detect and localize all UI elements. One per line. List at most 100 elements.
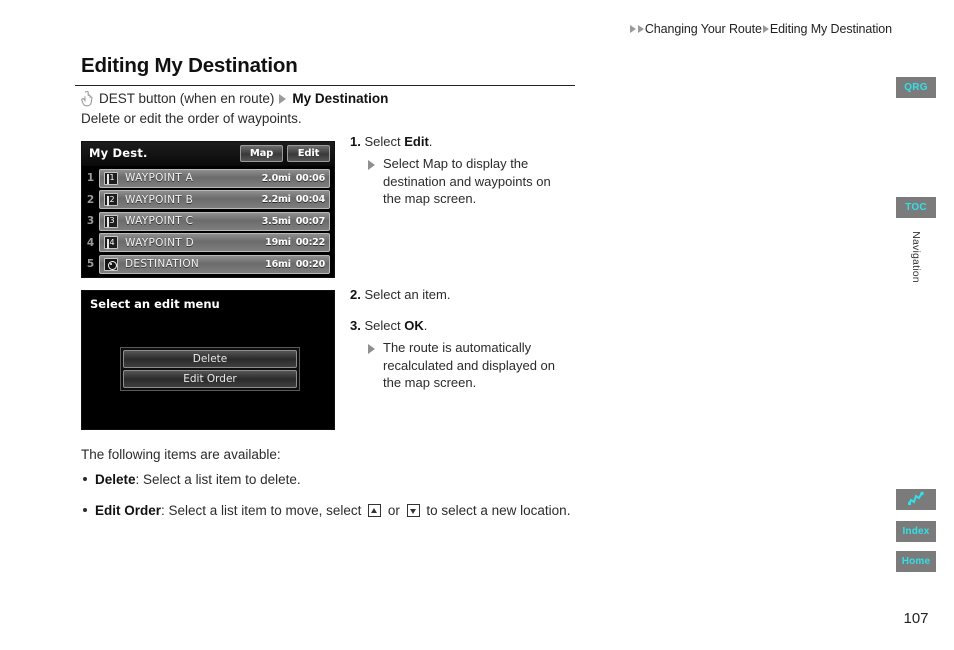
- waypoint-name: WAYPOINT A: [125, 172, 194, 184]
- row-number: 4: [86, 236, 95, 249]
- waypoint-flag-icon: 2: [104, 193, 118, 206]
- title-divider: [75, 85, 575, 86]
- flag-number: 4: [109, 237, 115, 247]
- waypoint-distance: 2.0mi: [261, 172, 291, 184]
- nav-path-target: My Destination: [292, 91, 389, 106]
- map-button[interactable]: Map: [240, 145, 283, 162]
- row-number: 5: [86, 258, 95, 270]
- up-arrow-key-icon: [368, 504, 382, 517]
- step-text-pre: Select: [364, 318, 405, 333]
- waypoint-distance: 16mi: [265, 258, 291, 270]
- edit-menu-options: Delete Edit Order: [120, 347, 300, 391]
- row-number: 3: [86, 215, 95, 227]
- list-item[interactable]: 2 2 WAYPOINT B 2.2mi 00:04: [82, 190, 330, 210]
- waypoint-name: WAYPOINT B: [125, 193, 194, 206]
- list-item[interactable]: 5 DESTINATION 16mi 00:20: [82, 254, 330, 274]
- sidebar-tab-map[interactable]: [896, 489, 936, 510]
- waypoint-name: WAYPOINT D: [125, 236, 194, 249]
- breadcrumb-arrow-icon: [762, 25, 769, 33]
- delete-option[interactable]: Delete: [123, 350, 297, 368]
- sidebar-section-label-text: Navigation: [910, 231, 922, 283]
- waypoint-distance: 19mi: [265, 237, 291, 248]
- waypoint-time: 00:07: [295, 215, 325, 227]
- substep-arrow-icon: [368, 160, 375, 170]
- step-2: 2. Select an item.: [350, 286, 450, 303]
- substep-text-pre: Select: [383, 156, 423, 171]
- breadcrumb: Changing Your Route Editing My Destinati…: [629, 22, 892, 36]
- list-item[interactable]: 3 3 WAYPOINT C 3.5mi 00:07: [82, 211, 330, 231]
- step-text-pre: Select: [364, 134, 405, 149]
- screen-titlebar: My Dest. Map Edit: [82, 142, 334, 166]
- bullet-delete: Delete: Select a list item to delete.: [83, 472, 301, 487]
- row-body[interactable]: 2 WAYPOINT B 2.2mi 00:04: [99, 190, 330, 209]
- waypoint-distance: 2.2mi: [261, 194, 291, 205]
- step-3: 3. Select OK.: [350, 317, 565, 334]
- instruction-steps: 1. Select Edit. Select Map to display th…: [350, 133, 565, 208]
- hand-pointer-icon: [81, 90, 94, 108]
- breadcrumb-item-section[interactable]: Changing Your Route: [645, 22, 762, 36]
- manual-page: Changing Your Route Editing My Destinati…: [0, 0, 954, 650]
- waypoint-distance: 3.5mi: [261, 215, 291, 227]
- screen-title: My Dest.: [89, 146, 148, 160]
- step-text-post: .: [428, 134, 433, 149]
- sidebar-tab-toc[interactable]: TOC: [896, 197, 936, 218]
- breadcrumb-item-current: Editing My Destination: [769, 22, 892, 36]
- page-title: Editing My Destination: [81, 54, 298, 77]
- bullet-label: Edit Order: [95, 503, 162, 518]
- bullet-dot-icon: [83, 477, 87, 481]
- bullet-description-mid: or: [384, 503, 404, 518]
- waypoint-name: DESTINATION: [125, 258, 200, 270]
- bullet-edit-order: Edit Order: Select a list item to move, …: [83, 502, 570, 518]
- step-text-post: .: [423, 318, 428, 333]
- sidebar-tab-home[interactable]: Home: [896, 551, 936, 572]
- step-1-detail: Select Map to display the destination an…: [368, 155, 565, 208]
- down-arrow-key-icon: [406, 504, 420, 517]
- step-text-bold: Edit: [404, 134, 429, 149]
- navigation-path: DEST button (when en route) My Destinati…: [81, 90, 388, 107]
- waypoint-time: 00:04: [295, 194, 325, 205]
- row-body[interactable]: 3 WAYPOINT C 3.5mi 00:07: [99, 211, 330, 231]
- row-body[interactable]: DESTINATION 16mi 00:20: [99, 254, 330, 274]
- waypoint-time: 00:20: [295, 258, 325, 270]
- substep-arrow-icon: [368, 344, 375, 354]
- edit-order-option[interactable]: Edit Order: [123, 370, 297, 388]
- waypoint-flag-icon: 1: [104, 171, 118, 185]
- step-3-group: 3. Select OK. The route is automatically…: [350, 317, 565, 392]
- flag-number: 2: [109, 194, 115, 204]
- step-3-detail: The route is automatically recalculated …: [368, 339, 565, 392]
- row-body[interactable]: 4 WAYPOINT D 19mi 00:22: [99, 233, 330, 252]
- waypoint-time: 00:06: [295, 172, 325, 184]
- bullet-label: Delete: [95, 472, 136, 487]
- intro-text: Delete or edit the order of waypoints.: [81, 111, 302, 126]
- sidebar-tab-index[interactable]: Index: [896, 521, 936, 542]
- bullet-description-post: to select a new location.: [422, 503, 571, 518]
- sidebar-section-label: Navigation: [896, 222, 936, 292]
- flag-number: 3: [109, 216, 115, 225]
- step-text-bold: OK: [404, 318, 424, 333]
- step-number: 2.: [350, 287, 361, 302]
- destination-list: 1 1 WAYPOINT A 2.0mi 00:06 2 2 WAYPOINT …: [82, 166, 334, 278]
- waypoint-flag-icon: 3: [104, 214, 118, 228]
- step-number: 1.: [350, 134, 361, 149]
- step-text: Select an item.: [364, 287, 451, 302]
- destination-target-icon: [104, 257, 118, 271]
- route-map-icon: [908, 492, 924, 506]
- breadcrumb-arrow-icon: [637, 25, 644, 33]
- sidebar-tab-qrg[interactable]: QRG: [896, 77, 936, 98]
- edit-button[interactable]: Edit: [287, 145, 330, 162]
- nav-path-text: DEST button (when en route): [99, 91, 275, 106]
- destination-list-screenshot: My Dest. Map Edit 1 1 WAYPOINT A 2.0mi 0…: [81, 141, 335, 278]
- row-body[interactable]: 1 WAYPOINT A 2.0mi 00:06: [99, 168, 330, 188]
- list-item[interactable]: 4 4 WAYPOINT D 19mi 00:22: [82, 233, 330, 253]
- list-item[interactable]: 1 1 WAYPOINT A 2.0mi 00:06: [82, 168, 330, 188]
- bullet-dot-icon: [83, 508, 87, 512]
- step-number: 3.: [350, 318, 361, 333]
- substep-text-bold: Map: [422, 156, 449, 171]
- screen-buttons: Map Edit: [240, 145, 330, 162]
- page-number: 107: [903, 610, 929, 627]
- waypoint-flag-icon: 4: [104, 236, 118, 249]
- row-number: 2: [86, 193, 95, 206]
- breadcrumb-arrow-icon: [629, 25, 636, 33]
- nav-path-arrow-icon: [279, 93, 287, 104]
- edit-menu-screenshot: Select an edit menu Delete Edit Order: [81, 290, 335, 430]
